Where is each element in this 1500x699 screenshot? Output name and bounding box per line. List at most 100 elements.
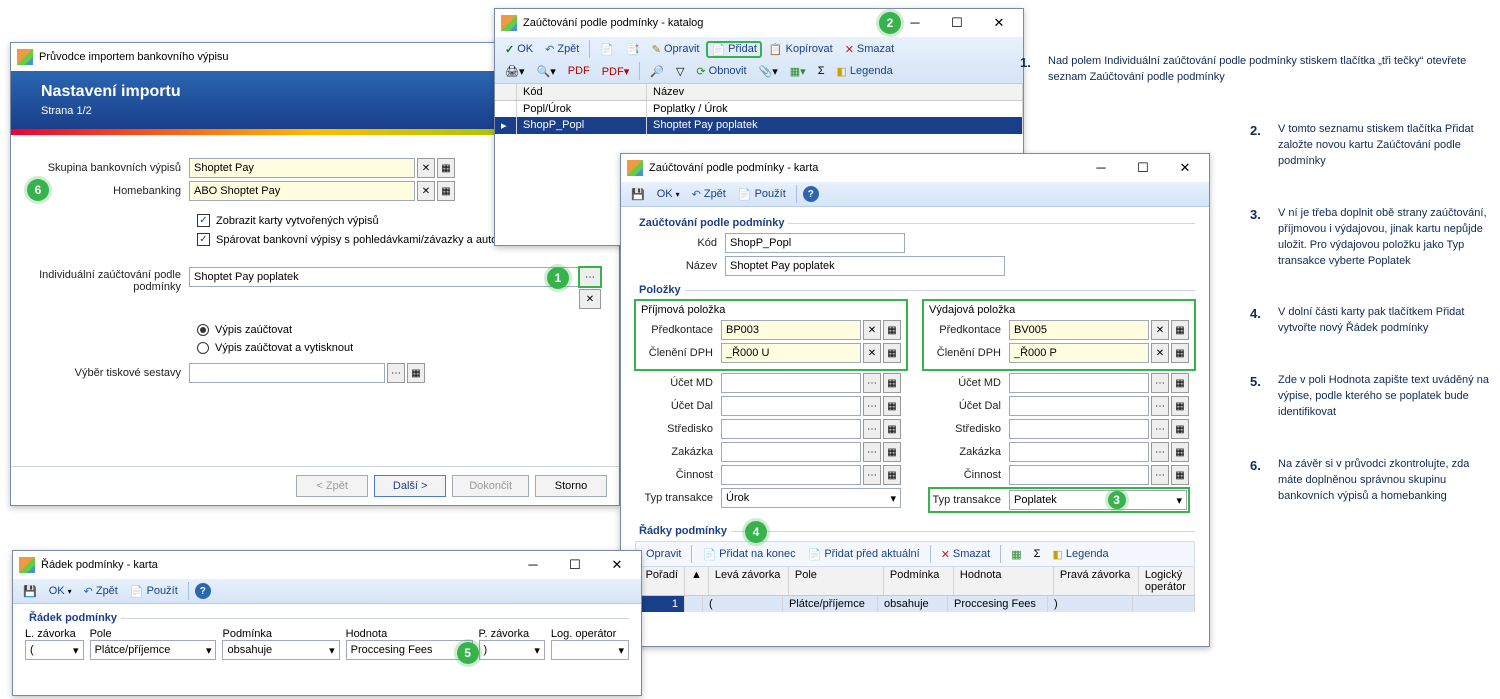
- tb-search-icon[interactable]: 🔎: [646, 64, 668, 79]
- help-icon[interactable]: ?: [803, 186, 819, 202]
- minimize-btn[interactable]: ─: [901, 15, 929, 31]
- tb-refresh[interactable]: ⟳Obnovit: [692, 64, 750, 79]
- tb-delete[interactable]: ✕Smazat: [841, 42, 899, 57]
- rows-legend[interactable]: ◧Legenda: [1048, 547, 1112, 562]
- maximize-btn[interactable]: ☐: [943, 15, 971, 31]
- btn-cancel[interactable]: Storno: [535, 475, 607, 497]
- label-name: Název: [635, 260, 725, 272]
- input-printset[interactable]: [189, 363, 385, 383]
- rows-add-before[interactable]: 📄 Přidat před aktuální: [804, 547, 924, 562]
- tb-ok[interactable]: ✓OK: [501, 42, 537, 57]
- sel-podminka[interactable]: obsahuje▾: [222, 640, 339, 660]
- section-rows: Řádky podmínky: [635, 525, 731, 537]
- browse2-icon[interactable]: ▦: [883, 396, 901, 416]
- btn-finish[interactable]: Dokončit: [452, 475, 529, 497]
- btn-next[interactable]: Další >: [374, 475, 446, 497]
- in-cinnost[interactable]: [721, 465, 861, 485]
- help-icon[interactable]: ?: [195, 583, 211, 599]
- sel-rz[interactable]: )▾: [479, 640, 545, 660]
- catalog-row[interactable]: Popl/Úrok Poplatky / Úrok: [495, 101, 1023, 117]
- clear-icon[interactable]: ✕: [863, 320, 881, 340]
- clear-icon[interactable]: ✕: [863, 343, 881, 363]
- col-hodnota: Hodnota: [346, 628, 473, 640]
- tb-print-icon[interactable]: 🖨▾: [501, 64, 529, 79]
- browse-icon[interactable]: ⋯: [863, 396, 881, 416]
- sel-log[interactable]: ▾: [551, 640, 629, 660]
- tb-ok[interactable]: OK▾: [45, 584, 76, 598]
- btn-back[interactable]: < Zpět: [296, 475, 368, 497]
- input-homebanking[interactable]: ABO Shoptet Pay: [189, 181, 415, 201]
- tb-undo[interactable]: ↶Zpět: [80, 584, 122, 599]
- browse-icon[interactable]: ▦: [883, 343, 901, 363]
- clear-individual-btn[interactable]: ✕: [579, 289, 601, 309]
- in-dph[interactable]: _Ř000 U: [721, 343, 861, 363]
- browse-icon[interactable]: ▦: [883, 320, 901, 340]
- in-typ-select[interactable]: Úrok▾: [721, 488, 901, 508]
- tb-pdf-icon[interactable]: PDF: [564, 64, 594, 78]
- browse-icon[interactable]: ⋯: [863, 465, 881, 485]
- tb-copy[interactable]: 📋Kopírovat: [765, 42, 837, 57]
- input-hodnota[interactable]: Proccesing Fees: [346, 640, 473, 660]
- rows-grid-row[interactable]: 1 ( Plátce/příjemce obsahuje Proccesing …: [635, 596, 1195, 612]
- clear-hb-btn[interactable]: ✕: [417, 181, 435, 201]
- tb-attach-icon[interactable]: 📎▾: [755, 64, 782, 79]
- tb-edit[interactable]: ✎Opravit: [648, 42, 704, 57]
- input-individual[interactable]: Shoptet Pay poplatek: [189, 267, 579, 287]
- input-name[interactable]: Shoptet Pay poplatek: [725, 256, 1005, 276]
- instr-6: Na závěr si v průvodci zkontrolujte, zda…: [1278, 457, 1490, 505]
- tb-preview-icon[interactable]: 🔍▾: [533, 64, 560, 79]
- browse-individual-btn[interactable]: ⋯: [579, 267, 601, 287]
- chk-show-cards[interactable]: ✓Zobrazit karty vytvořených výpisů: [197, 214, 379, 227]
- browse2-icon[interactable]: ▦: [883, 442, 901, 462]
- browse-icon[interactable]: ⋯: [863, 419, 881, 439]
- browse-group-btn[interactable]: ▦: [437, 158, 455, 178]
- input-group[interactable]: Shoptet Pay: [189, 158, 415, 178]
- tb-use[interactable]: 📄Použít: [126, 584, 182, 599]
- sel-lz[interactable]: (▾: [25, 640, 84, 660]
- tb-add[interactable]: 📄Přidat: [707, 42, 760, 57]
- tb-excel-icon[interactable]: ▦▾: [786, 64, 810, 79]
- browse2-icon[interactable]: ▦: [883, 419, 901, 439]
- minimize-btn[interactable]: ─: [519, 557, 547, 573]
- in-md[interactable]: [721, 373, 861, 393]
- browse2-icon[interactable]: ▦: [883, 373, 901, 393]
- browse2-icon[interactable]: ▦: [883, 465, 901, 485]
- catalog-row-selected[interactable]: ▸ ShopP_Popl Shoptet Pay poplatek: [495, 117, 1023, 134]
- rows-edit[interactable]: Opravit: [642, 547, 685, 561]
- tb-ok[interactable]: OK▾: [653, 187, 684, 201]
- in-predk[interactable]: BP003: [721, 320, 861, 340]
- tb-save-icon[interactable]: 💾: [627, 187, 649, 202]
- in-dal[interactable]: [721, 396, 861, 416]
- browse-printset-btn[interactable]: ⋯: [387, 363, 405, 383]
- rows-delete[interactable]: ✕Smazat: [937, 547, 995, 562]
- app-icon: [501, 15, 517, 31]
- sel-pole[interactable]: Plátce/příjemce▾: [90, 640, 217, 660]
- tb-sigma-icon[interactable]: Σ: [814, 64, 829, 78]
- tb-use[interactable]: 📄Použít: [734, 187, 790, 202]
- in-stredisko[interactable]: [721, 419, 861, 439]
- tb-pdf2-icon[interactable]: PDF▾: [598, 64, 634, 79]
- rows-add-end[interactable]: 📄 Přidat na konec: [698, 547, 799, 562]
- tb-filter-icon[interactable]: ▽: [672, 64, 688, 79]
- close-btn[interactable]: ✕: [603, 557, 631, 573]
- browse2-printset-btn[interactable]: ▦: [407, 363, 425, 383]
- tb-doc-icon[interactable]: 📄: [596, 42, 618, 57]
- maximize-btn[interactable]: ☐: [561, 557, 589, 573]
- in-zakazka[interactable]: [721, 442, 861, 462]
- tb-save-icon[interactable]: 💾: [19, 584, 41, 599]
- badge-6: 6: [27, 179, 49, 201]
- radio-book-print[interactable]: Výpis zaúčtovat a vytisknout: [197, 342, 353, 354]
- tb-undo[interactable]: ↶Zpět: [688, 187, 730, 202]
- close-btn[interactable]: ✕: [985, 15, 1013, 31]
- tb-undo[interactable]: ↶Zpět: [541, 42, 583, 57]
- radio-book[interactable]: Výpis zaúčtovat: [197, 324, 292, 336]
- browse-icon[interactable]: ⋯: [863, 442, 881, 462]
- browse-hb-btn[interactable]: ▦: [437, 181, 455, 201]
- tb-doc2-icon[interactable]: 📑: [622, 42, 644, 57]
- input-code[interactable]: ShopP_Popl: [725, 233, 905, 253]
- rows-sigma-icon[interactable]: Σ: [1030, 547, 1045, 561]
- tb-legend[interactable]: ◧Legenda: [833, 64, 897, 79]
- clear-group-btn[interactable]: ✕: [417, 158, 435, 178]
- rows-excel-icon[interactable]: ▦: [1007, 547, 1025, 562]
- browse-icon[interactable]: ⋯: [863, 373, 881, 393]
